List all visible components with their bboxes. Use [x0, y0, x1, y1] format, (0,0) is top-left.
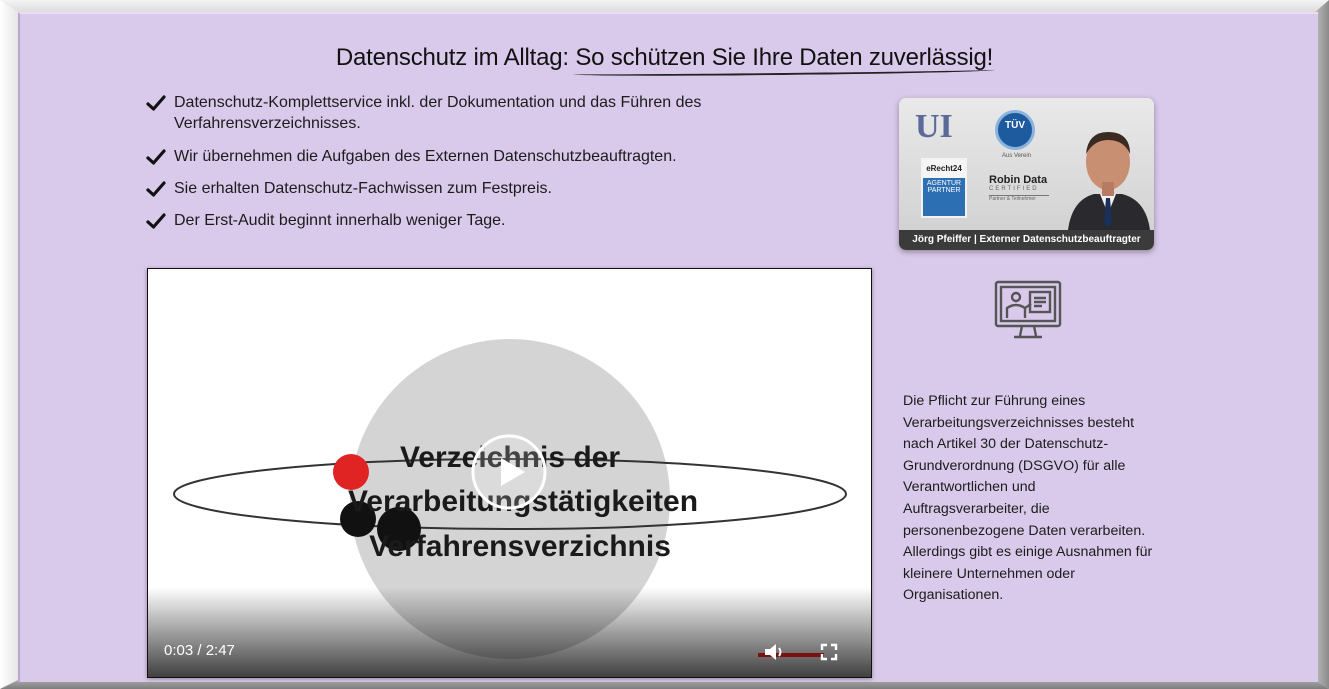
check-icon	[146, 181, 166, 197]
benefit-text: Der Erst-Audit beginnt innerhalb weniger…	[174, 212, 506, 229]
benefit-item: Sie erhalten Datenschutz-Fachwissen zum …	[146, 178, 552, 199]
erecht24-badge: eRecht24 AGENTUR PARTNER	[921, 158, 967, 218]
tuv-subtitle: Aus Verein	[1002, 153, 1032, 159]
video-title-line3: Verfahrensverzichnis	[369, 530, 671, 563]
robin-data-certified: CERTIFIED	[989, 186, 1039, 192]
robin-data-badge: Robin Data CERTIFIED Partner & Teilnehme…	[989, 174, 1059, 202]
page-title: Datenschutz im Alltag: So schützen Sie I…	[0, 44, 1329, 72]
check-icon	[146, 213, 166, 229]
title-highlight: So schützen Sie Ihre Daten zuverlässig!	[575, 44, 994, 71]
erecht24-body: AGENTUR PARTNER	[926, 180, 962, 194]
robin-data-name: Robin Data	[989, 174, 1048, 186]
benefit-item: Wir übernehmen die Aufgaben des Externen…	[146, 146, 677, 167]
controls-overlay	[148, 587, 871, 677]
frame-edge-left	[0, 0, 18, 689]
check-icon	[146, 149, 166, 165]
erecht24-title: eRecht24	[923, 160, 965, 178]
ui-logo: UI	[915, 108, 981, 150]
benefit-text: Sie erhalten Datenschutz-Fachwissen zum …	[174, 180, 552, 197]
fullscreen-icon[interactable]	[820, 643, 838, 661]
volume-icon[interactable]	[763, 641, 785, 663]
tuv-badge: TÜV	[995, 110, 1035, 150]
certification-card: UI TÜV Aus Verein eRecht24 AGENTUR PARTN…	[899, 98, 1154, 250]
title-plain: Datenschutz im Alltag:	[335, 44, 576, 71]
video-player[interactable]: Verzeichnis der Verarbeitungstätigkeiten…	[147, 268, 872, 678]
benefit-item: Datenschutz-Komplettservice inkl. der Do…	[146, 92, 766, 134]
portrait-photo	[1068, 132, 1150, 230]
info-paragraph: Die Pflicht zur Führung eines Verarbeitu…	[903, 393, 1153, 604]
check-icon	[146, 95, 166, 111]
frame-edge-top	[0, 0, 1329, 12]
presentation-icon	[994, 280, 1062, 339]
robin-data-sub: Partner & Teilnehmer	[989, 196, 1036, 202]
card-caption: Jörg Pfeiffer | Externer Datenschutzbeau…	[899, 230, 1154, 250]
benefit-text: Datenschutz-Komplettservice inkl. der Do…	[174, 94, 702, 132]
video-time: 0:03 / 2:47	[164, 642, 235, 659]
benefit-item: Der Erst-Audit beginnt innerhalb weniger…	[146, 210, 505, 231]
play-icon[interactable]	[471, 434, 547, 510]
benefit-text: Wir übernehmen die Aufgaben des Externen…	[174, 148, 677, 165]
